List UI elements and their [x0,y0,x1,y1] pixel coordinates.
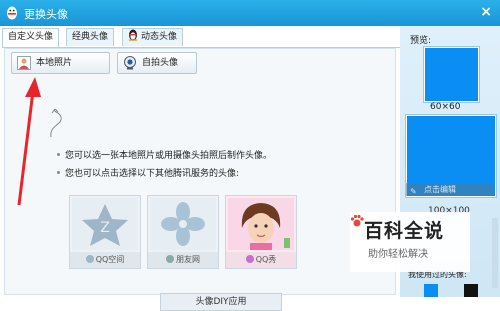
selfie-label: 自拍头像 [142,58,179,68]
tab-custom-avatar[interactable]: 自定义头像 [2,28,60,47]
paw-logo-icon [350,214,364,227]
pencil-icon: ✎ [410,187,417,196]
qqshow-avatar-option[interactable]: QQ秀 [225,195,297,269]
qzone-mini-icon [85,255,94,263]
tip-local-photo: 您可以选一张本地照片或用摄像头拍照后制作头像。 [57,148,273,161]
tab-label: 经典头像 [72,32,109,42]
bullet-icon [57,171,60,174]
service-caption: QQ秀 [226,252,296,268]
close-button[interactable]: × [480,4,492,20]
qzone-avatar-option[interactable]: Z QQ空间 [69,195,141,269]
webcam-icon [124,56,136,70]
edit-overlay[interactable]: ✎ 点击编辑 [406,183,494,196]
service-caption: QQ空间 [70,252,140,268]
service-label: QQ秀 [255,255,277,264]
tip-text: 您可以选一张本地照片或用摄像头拍照后制作头像。 [65,151,273,161]
service-caption: 朋友网 [148,252,218,268]
tip-other-services: 您也可以点击选择以下其他腾讯服务的头像: [57,166,240,179]
avatar-diy-button[interactable]: 头像DIY应用 [160,293,282,311]
tab-label: 自定义头像 [8,32,54,42]
used-avatar-black[interactable] [464,284,478,297]
qq-penguin-icon [7,6,17,20]
tab-bar: 自定义头像 经典头像 动态头像 [2,28,400,48]
tab-label: 动态头像 [141,32,178,42]
service-label: QQ空间 [95,255,125,264]
watermark-subtitle: 助你轻松解决 [368,249,428,260]
svg-text:Z: Z [100,220,110,236]
selfie-button[interactable]: 自拍头像 [117,52,197,74]
qqshow-icon [228,198,294,250]
avatar-preview-60 [424,47,479,102]
qqshow-mini-icon [245,255,254,263]
title-bar: 更换头像 × [0,0,500,26]
watermark-title: 百科全说 [364,220,445,242]
curl-arrow-icon [50,108,62,138]
tip-text: 您也可以点击选择以下其他腾讯服务的头像: [65,169,240,179]
window-title: 更换头像 [24,8,68,21]
pengyou-icon [150,198,216,250]
tab-classic-avatar[interactable]: 经典头像 [66,28,115,46]
custom-avatar-panel: 本地照片 自拍头像 您可以选一张本地照片或用摄像头拍照后制作头像。 您也可以点击… [4,48,396,311]
size-60-label: 60×60 [430,102,461,112]
bullet-icon [57,153,60,156]
edit-label: 点击编辑 [424,185,456,194]
scrollbar[interactable] [492,218,498,288]
used-avatar-blue[interactable] [424,284,438,297]
tab-animated-avatar[interactable]: 动态头像 [122,28,184,46]
pengyou-mini-icon [166,255,174,263]
preview-label: 预览: [410,36,432,46]
avatar-editor-panel: 自定义头像 经典头像 动态头像 本地照片 自拍头像 您可以选一张本地照片或用摄像… [0,26,400,311]
service-label: 朋友网 [176,255,200,264]
pengyou-avatar-option[interactable]: 朋友网 [147,195,219,269]
watermark: 百科全说 助你轻松解决 [350,212,470,272]
penguin-icon [128,29,138,41]
qzone-icon: Z [72,198,138,250]
